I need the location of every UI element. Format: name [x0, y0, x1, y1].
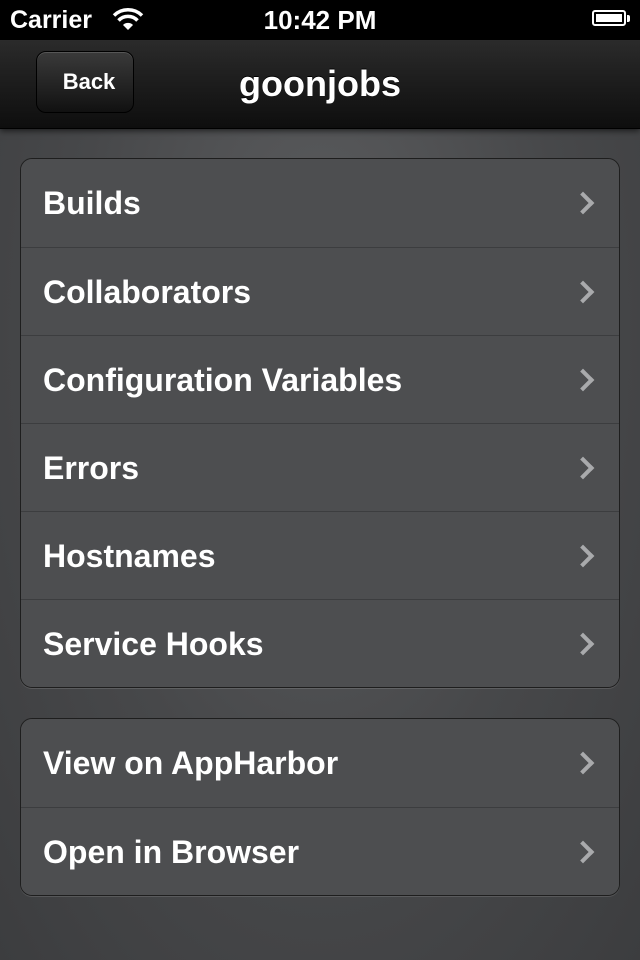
list-item-collaborators[interactable]: Collaborators	[21, 247, 619, 335]
list-item-hostnames[interactable]: Hostnames	[21, 511, 619, 599]
list-item-configuration-variables[interactable]: Configuration Variables	[21, 335, 619, 423]
list-item-errors[interactable]: Errors	[21, 423, 619, 511]
chevron-right-icon	[571, 840, 595, 864]
list-item-label: Open in Browser	[43, 834, 300, 870]
back-button-label: Back	[62, 69, 116, 94]
navigation-bar: goonjobs Back	[0, 40, 640, 129]
list-item-builds[interactable]: Builds	[21, 159, 619, 247]
clock: 10:42 PM	[263, 5, 377, 35]
status-bar: Carrier 10:42 PM	[0, 0, 640, 40]
external-links-group: View on AppHarbor Open in Browser	[20, 718, 620, 896]
chevron-right-icon	[571, 751, 595, 775]
list-item-service-hooks[interactable]: Service Hooks	[21, 599, 619, 687]
list-item-label: View on AppHarbor	[43, 745, 339, 781]
chevron-right-icon	[571, 632, 595, 656]
battery-icon	[592, 10, 630, 26]
back-button[interactable]: Back	[36, 51, 134, 113]
list-item-label: Configuration Variables	[43, 362, 403, 398]
list-item-view-on-appharbor[interactable]: View on AppHarbor	[21, 719, 619, 807]
chevron-right-icon	[571, 191, 595, 215]
list-item-label: Collaborators	[43, 274, 252, 310]
chevron-right-icon	[571, 544, 595, 568]
list-item-open-in-browser[interactable]: Open in Browser	[21, 807, 619, 895]
chevron-right-icon	[571, 280, 595, 304]
chevron-right-icon	[571, 368, 595, 392]
list-item-label: Errors	[43, 450, 140, 486]
list-item-label: Service Hooks	[43, 626, 264, 662]
list-item-label: Builds	[43, 185, 141, 221]
app-sections-group: Builds Collaborators Configuration Varia…	[20, 158, 620, 688]
chevron-right-icon	[571, 456, 595, 480]
list-item-label: Hostnames	[43, 538, 216, 574]
